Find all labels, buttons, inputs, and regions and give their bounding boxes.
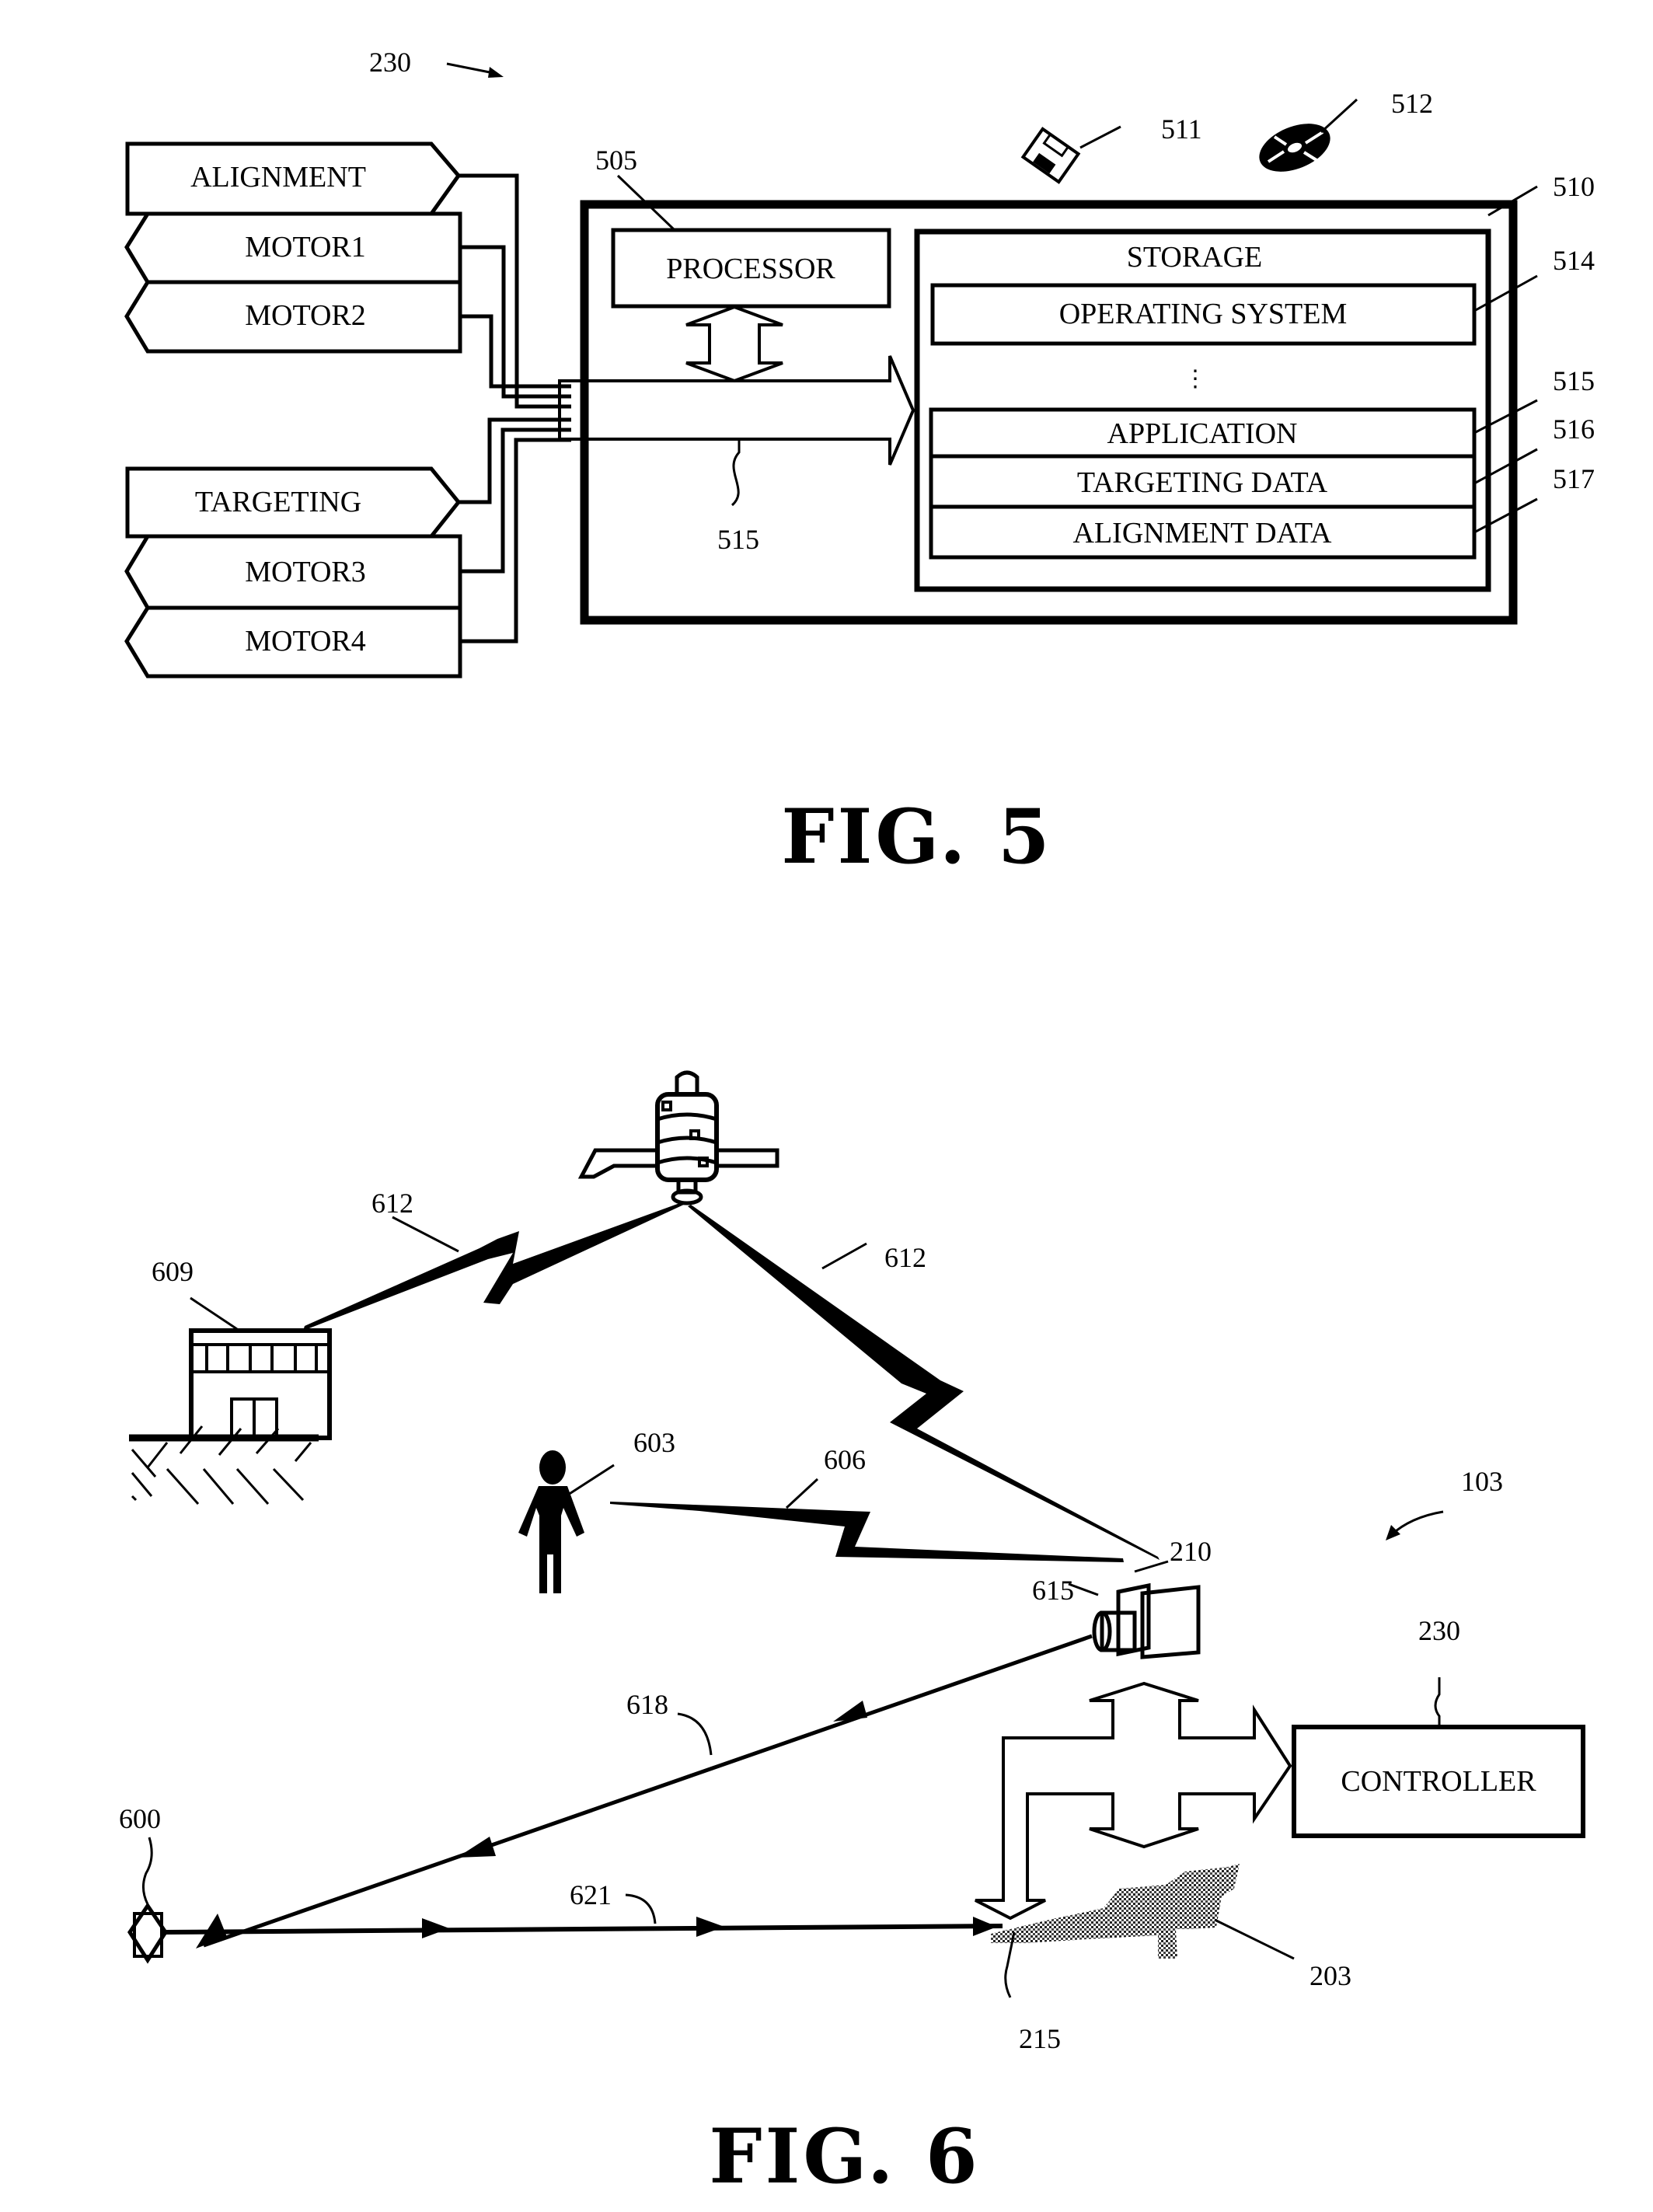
ref-505: 505 xyxy=(595,145,637,176)
leader-511 xyxy=(1079,125,1121,149)
application-label: APPLICATION xyxy=(1107,417,1298,450)
module-motor2: MOTOR2 xyxy=(124,280,462,354)
ref-215: 215 xyxy=(1019,2023,1061,2054)
ref-603: 603 xyxy=(633,1427,675,1458)
storage-ellipsis: ⋮ xyxy=(1184,366,1207,392)
storage-leaders xyxy=(1473,185,1538,534)
ref-511: 511 xyxy=(1161,113,1202,145)
leader-210 xyxy=(1134,1560,1169,1573)
ref-606: 606 xyxy=(824,1444,866,1475)
arrow-head-icon xyxy=(488,67,504,78)
leader-609 xyxy=(190,1296,238,1331)
ref-210: 210 xyxy=(1170,1536,1212,1567)
optical-disc-icon xyxy=(1259,124,1330,172)
module-motor2-label: MOTOR2 xyxy=(245,299,366,332)
processor-bus-double-arrow xyxy=(685,305,783,383)
patent-drawing-sheet: 230 ALIGNMENT MOTOR1 MOTOR2 TARGETING MO… xyxy=(119,47,1595,2200)
storage-label: STORAGE xyxy=(1127,241,1263,274)
beam-arrow-icon xyxy=(833,1701,867,1722)
ref-514: 514 xyxy=(1553,245,1595,276)
beam-arrow-icon xyxy=(457,1837,496,1858)
ref-515-bus: 515 xyxy=(717,524,759,555)
leader-515-bus xyxy=(731,439,741,507)
module-motor3-label: MOTOR3 xyxy=(245,556,366,588)
figure-6: 612 612 609 603 606 103 210 615 618 600 … xyxy=(119,1070,1585,2200)
target-reflector-icon xyxy=(127,1902,168,1964)
leader-618 xyxy=(677,1712,713,1756)
ref-230-fig5: 230 xyxy=(369,47,411,78)
targeting-data-label: TARGETING DATA xyxy=(1077,466,1328,499)
satellite-icon xyxy=(577,1070,779,1205)
bidirectional-control-arrows xyxy=(975,1681,1292,1921)
person-icon xyxy=(518,1450,584,1593)
bus-arrow xyxy=(558,355,915,466)
alignment-data-label: ALIGNMENT DATA xyxy=(1073,517,1333,550)
leader-230-fig6 xyxy=(1434,1677,1441,1727)
leader-600 xyxy=(142,1837,153,1905)
module-alignment-label: ALIGNMENT xyxy=(190,161,366,194)
ref-230-fig6: 230 xyxy=(1418,1615,1460,1646)
ref-615: 615 xyxy=(1032,1575,1074,1606)
ref-203: 203 xyxy=(1309,1960,1351,1991)
outgoing-beam-618 xyxy=(203,1634,1093,1948)
arrow-head-icon xyxy=(1386,1525,1400,1540)
person-camera-link xyxy=(610,1502,1124,1562)
beam-arrow-icon xyxy=(696,1917,724,1937)
leader-203 xyxy=(1214,1918,1295,1960)
processor-label: PROCESSOR xyxy=(666,253,835,285)
leader-612-right xyxy=(821,1242,867,1270)
figure-5: 230 ALIGNMENT MOTOR1 MOTOR2 TARGETING MO… xyxy=(124,47,1595,881)
module-motor3: MOTOR3 xyxy=(124,534,462,610)
module-motor1-label: MOTOR1 xyxy=(245,231,366,263)
ref-618: 618 xyxy=(626,1689,668,1720)
module-wiring xyxy=(459,173,571,644)
operating-system-label: OPERATING SYSTEM xyxy=(1059,298,1348,330)
module-motor1: MOTOR1 xyxy=(124,211,462,284)
module-targeting-label: TARGETING xyxy=(195,486,361,518)
ref-515-application: 515 xyxy=(1553,365,1595,396)
leader-621 xyxy=(625,1893,657,1924)
building-icon xyxy=(129,1328,332,1505)
ref-600: 600 xyxy=(119,1803,161,1834)
leader-603 xyxy=(565,1464,615,1498)
ref-609: 609 xyxy=(152,1256,194,1287)
leader-606 xyxy=(785,1478,819,1509)
figure-6-caption: FIG. 6 xyxy=(709,2113,980,2200)
controller-label: CONTROLLER xyxy=(1341,1765,1536,1798)
module-motor4-label: MOTOR4 xyxy=(245,625,366,658)
leader-612-left xyxy=(392,1216,459,1253)
ref-103: 103 xyxy=(1461,1466,1503,1497)
figure-5-caption: FIG. 5 xyxy=(781,793,1052,881)
floppy-disk-icon xyxy=(1020,127,1081,184)
ref-612-right: 612 xyxy=(884,1242,926,1273)
satellite-building-link xyxy=(303,1202,687,1331)
return-beam-621 xyxy=(165,1924,1003,1935)
ref-512: 512 xyxy=(1391,88,1433,119)
ref-516: 516 xyxy=(1553,413,1595,445)
ref-arrow-103 xyxy=(1390,1510,1444,1537)
ref-517: 517 xyxy=(1553,463,1595,494)
beam-arrow-icon xyxy=(422,1918,449,1938)
module-alignment: ALIGNMENT xyxy=(125,141,462,216)
ref-621: 621 xyxy=(570,1879,612,1910)
ref-510: 510 xyxy=(1553,171,1595,202)
ref-612-left: 612 xyxy=(371,1188,413,1219)
module-targeting: TARGETING xyxy=(125,466,462,539)
module-motor4: MOTOR4 xyxy=(124,605,462,679)
leader-512 xyxy=(1320,98,1358,134)
camera-icon xyxy=(1092,1582,1201,1659)
